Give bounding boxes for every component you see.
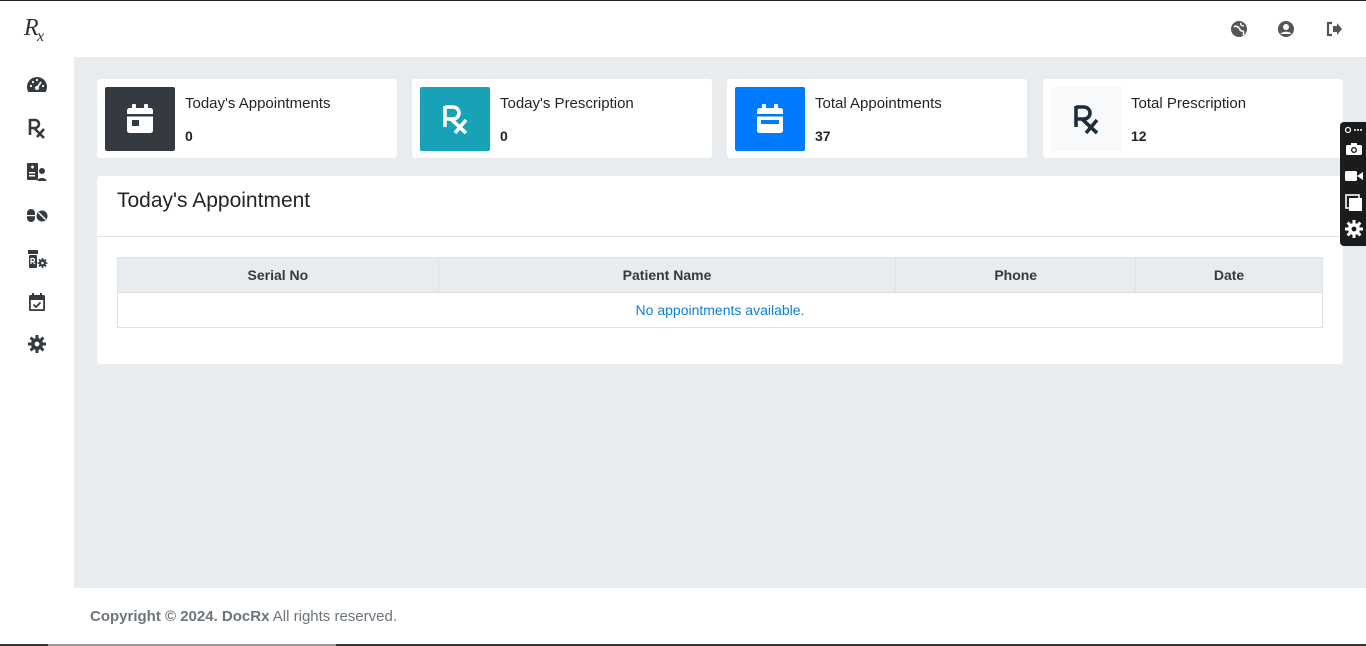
prescription-bottle-gear-icon [28, 250, 48, 268]
card-value: 12 [1131, 128, 1147, 144]
stat-card-todays-appointments[interactable]: Today's Appointments 0 [97, 79, 397, 158]
prescription-icon [28, 118, 45, 139]
copyright-rights: All rights reserved. [269, 608, 397, 625]
gear-icon[interactable] [1344, 220, 1364, 238]
card-title: Today's Appointments [185, 95, 331, 112]
prescription-icon [420, 87, 490, 151]
card-value: 0 [500, 128, 508, 144]
sidebar-item-settings[interactable] [25, 332, 49, 356]
column-header-phone[interactable]: Phone [895, 257, 1137, 293]
card-title: Total Prescription [1131, 95, 1247, 112]
card-value: 0 [185, 128, 193, 144]
sidebar-item-dashboard[interactable] [25, 73, 49, 97]
patient-card-icon [27, 163, 47, 181]
gear-icon [28, 335, 46, 353]
appointments-table: Serial No Patient Name Phone Date No app… [117, 257, 1323, 328]
video-icon[interactable] [1344, 167, 1364, 185]
header: R x [0, 1, 1366, 57]
stat-card-total-prescription[interactable]: Total Prescription 12 [1043, 79, 1343, 158]
sidebar [0, 57, 74, 588]
copyright-text: Copyright © 2024. DocRx All rights reser… [90, 608, 397, 625]
card-title: Total Appointments [815, 95, 942, 112]
floating-toolbar [1340, 122, 1366, 246]
prescription-icon [1051, 87, 1121, 151]
table-header-row: Serial No Patient Name Phone Date [117, 257, 1323, 293]
sidebar-item-prescription[interactable] [25, 116, 49, 140]
rx-logo-icon: R x [23, 15, 44, 45]
window-icon[interactable] [1344, 194, 1364, 212]
stat-card-total-appointments[interactable]: Total Appointments 37 [727, 79, 1027, 158]
svg-text:x: x [36, 28, 44, 45]
card-value: 37 [815, 128, 831, 144]
card-title: Today's Prescription [500, 95, 634, 112]
copyright-brand: Copyright © 2024. DocRx [90, 608, 270, 625]
todays-appointment-panel: Today's Appointment Serial No Patient Na… [97, 176, 1343, 364]
column-header-date[interactable]: Date [1135, 257, 1323, 293]
calendar-check-icon [29, 293, 45, 311]
stat-card-todays-prescription[interactable]: Today's Prescription 0 [412, 79, 712, 158]
calendar-icon [105, 87, 175, 151]
sign-out-icon[interactable] [1325, 20, 1343, 38]
column-header-serial-no[interactable]: Serial No [117, 257, 439, 293]
user-circle-icon[interactable] [1277, 20, 1295, 38]
empty-message: No appointments available. [117, 292, 1323, 328]
link-more-icon[interactable] [1344, 124, 1364, 136]
divider [97, 236, 1343, 237]
sidebar-item-medicines[interactable] [25, 203, 49, 227]
column-header-patient-name[interactable]: Patient Name [437, 257, 897, 293]
calendar-icon [735, 87, 805, 151]
camera-icon[interactable] [1344, 140, 1364, 158]
app-logo[interactable]: R x [20, 11, 54, 45]
pills-icon [27, 209, 48, 222]
globe-icon[interactable] [1230, 20, 1248, 38]
footer: Copyright © 2024. DocRx All rights reser… [0, 588, 1366, 644]
panel-title: Today's Appointment [117, 189, 311, 212]
sidebar-item-appointments[interactable] [25, 290, 49, 314]
sidebar-item-medicine-settings[interactable] [25, 247, 49, 271]
table-row: No appointments available. [117, 292, 1323, 328]
tachometer-icon [27, 77, 47, 92]
sidebar-item-patients[interactable] [25, 160, 49, 184]
main-content: Today's Appointments 0 Today's Prescript… [74, 57, 1366, 588]
